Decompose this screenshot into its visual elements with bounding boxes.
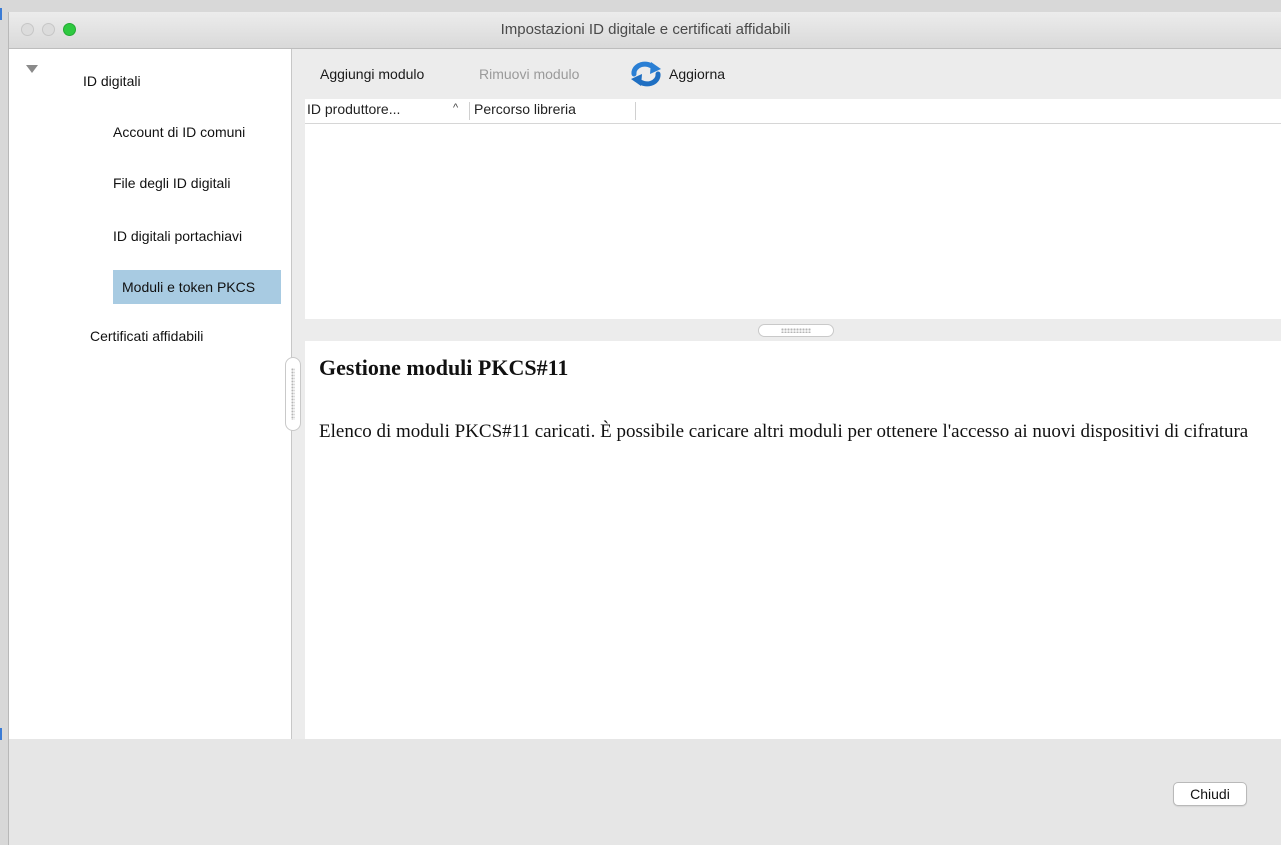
refresh-icon[interactable] — [629, 61, 663, 87]
refresh-button[interactable]: Aggiorna — [669, 66, 725, 82]
title-bar[interactable]: Impostazioni ID digitale e certificati a… — [9, 12, 1281, 49]
window-title: Impostazioni ID digitale e certificati a… — [500, 21, 791, 38]
details-heading: Gestione moduli PKCS#11 — [319, 355, 569, 380]
sidebar-item-id-portachiavi[interactable]: ID digitali portachiavi — [113, 228, 242, 244]
sidebar: ID digitali Account di ID comuni File de… — [9, 49, 292, 739]
split-bar — [305, 319, 1281, 341]
column-header-percorso-libreria[interactable]: Percorso libreria — [474, 101, 576, 117]
dialog-window: Impostazioni ID digitale e certificati a… — [8, 12, 1281, 845]
disclosure-triangle-icon[interactable] — [26, 65, 38, 73]
sidebar-item-account-id-comuni[interactable]: Account di ID comuni — [113, 124, 245, 140]
vertical-split-handle[interactable] — [285, 357, 301, 431]
column-header-id-produttore[interactable]: ID produttore... — [307, 101, 400, 117]
background-edge-marker — [0, 728, 2, 740]
modules-table: ID produttore... ^ Percorso libreria — [305, 99, 1281, 319]
column-separator[interactable] — [635, 102, 636, 120]
close-button[interactable]: Chiudi — [1173, 782, 1247, 806]
details-panel: Gestione moduli PKCS#11 Elenco di moduli… — [305, 341, 1281, 739]
sidebar-item-certificati-affidabili[interactable]: Certificati affidabili — [90, 328, 203, 344]
remove-module-button[interactable]: Rimuovi modulo — [479, 66, 579, 82]
details-description: Elenco di moduli PKCS#11 caricati. È pos… — [319, 421, 1249, 442]
main-panel: Aggiungi modulo Rimuovi modulo Aggiorna … — [305, 49, 1281, 739]
sort-ascending-icon: ^ — [453, 102, 459, 114]
sidebar-item-file-id-digitali[interactable]: File degli ID digitali — [113, 175, 231, 191]
column-separator[interactable] — [469, 102, 470, 120]
footer-bar: Chiudi — [9, 739, 1281, 845]
toolbar: Aggiungi modulo Rimuovi modulo Aggiorna — [305, 49, 1281, 99]
background-edge-marker — [0, 8, 2, 20]
sidebar-item-moduli-token-pkcs[interactable]: Moduli e token PKCS — [113, 270, 281, 304]
horizontal-split-handle[interactable] — [758, 324, 834, 337]
table-header: ID produttore... ^ Percorso libreria — [305, 99, 1281, 124]
add-module-button[interactable]: Aggiungi modulo — [320, 66, 424, 82]
sidebar-item-id-digitali[interactable]: ID digitali — [83, 73, 141, 89]
